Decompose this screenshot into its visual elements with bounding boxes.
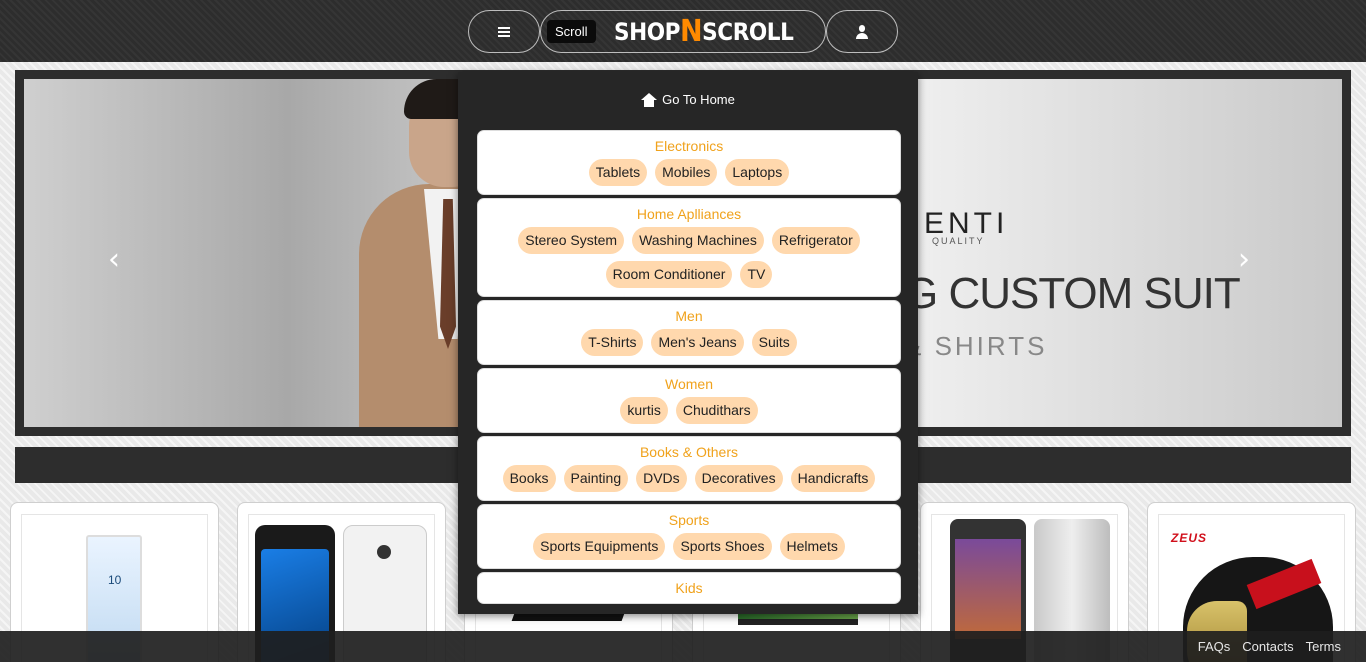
footer-link-terms[interactable]: Terms	[1306, 639, 1341, 654]
helmet-brand-label: ZEUS	[1171, 531, 1208, 545]
subcategory-decoratives[interactable]: Decoratives	[694, 465, 783, 492]
carousel-sign-sub: & SHIRTS	[904, 331, 1048, 361]
phone-clock: 10	[108, 573, 122, 587]
user-account-button[interactable]	[826, 10, 898, 53]
category-kids: Kids	[477, 572, 901, 604]
logo-part-scroll: SCROLL	[701, 17, 794, 46]
subcategory-dvds[interactable]: DVDs	[636, 465, 687, 492]
menu-toggle-button[interactable]	[468, 10, 540, 53]
category-title[interactable]: Home Aplliances	[478, 205, 900, 223]
subcategory-room-conditioner[interactable]: Room Conditioner	[605, 261, 733, 288]
logo-part-shop: SHOP	[613, 17, 680, 46]
subcategory-books[interactable]: Books	[502, 465, 556, 492]
subcategory-tv[interactable]: TV	[740, 261, 773, 288]
subcategory-t-shirts[interactable]: T-Shirts	[581, 329, 644, 356]
user-icon	[855, 24, 869, 39]
category-dropdown-menu: Go To Home Electronics Tablets Mobiles L…	[458, 72, 918, 614]
subcategory-painting[interactable]: Painting	[563, 465, 629, 492]
brand-button[interactable]: Scroll SHOP N SCROLL	[540, 10, 826, 53]
footer-bar: FAQs Contacts Terms	[0, 631, 1366, 662]
subcategory-helmets[interactable]: Helmets	[779, 533, 845, 560]
subcategory-mens-jeans[interactable]: Men's Jeans	[651, 329, 744, 356]
carousel-next-icon[interactable]: ›	[1238, 245, 1258, 275]
subcategory-tablets[interactable]: Tablets	[588, 159, 648, 186]
subcategory-sports-shoes[interactable]: Sports Shoes	[673, 533, 772, 560]
category-electronics: Electronics Tablets Mobiles Laptops	[477, 130, 901, 195]
carousel-sign-top-sub: QUALITY	[932, 236, 985, 246]
subcategory-kurtis[interactable]: kurtis	[620, 397, 668, 424]
category-title[interactable]: Men	[478, 307, 900, 325]
subcategory-mobiles[interactable]: Mobiles	[655, 159, 718, 186]
category-title[interactable]: Sports	[478, 511, 900, 529]
subcategory-suits[interactable]: Suits	[751, 329, 797, 356]
shopnscroll-logo: SHOP N SCROLL	[613, 14, 794, 49]
logo-part-n: N	[679, 14, 703, 49]
category-sports: Sports Sports Equipments Sports Shoes He…	[477, 504, 901, 569]
go-home-label: Go To Home	[662, 92, 735, 107]
go-home-link[interactable]: Go To Home	[458, 92, 918, 107]
footer-link-contacts[interactable]: Contacts	[1242, 639, 1293, 654]
home-icon	[641, 92, 658, 107]
hamburger-icon	[498, 26, 510, 37]
subcategory-refrigerator[interactable]: Refrigerator	[771, 227, 860, 254]
footer-link-faqs[interactable]: FAQs	[1198, 639, 1231, 654]
category-title[interactable]: Electronics	[478, 137, 900, 155]
subcategory-handicrafts[interactable]: Handicrafts	[790, 465, 876, 492]
subcategory-sports-equipments[interactable]: Sports Equipments	[533, 533, 666, 560]
subcategory-stereo-system[interactable]: Stereo System	[518, 227, 625, 254]
subcategory-washing-machines[interactable]: Washing Machines	[632, 227, 764, 254]
carousel-prev-icon[interactable]: ‹	[108, 245, 128, 275]
category-title[interactable]: Kids	[478, 579, 900, 597]
category-men: Men T-Shirts Men's Jeans Suits	[477, 300, 901, 365]
category-title[interactable]: Books & Others	[478, 443, 900, 461]
carousel-sign-main: G CUSTOM SUIT	[904, 269, 1241, 318]
top-navbar: Scroll SHOP N SCROLL	[0, 0, 1366, 62]
category-title[interactable]: Women	[478, 375, 900, 393]
category-women: Women kurtis Chudithars	[477, 368, 901, 433]
subcategory-chudithars[interactable]: Chudithars	[675, 397, 758, 424]
subcategory-laptops[interactable]: Laptops	[725, 159, 790, 186]
category-home-appliances: Home Aplliances Stereo System Washing Ma…	[477, 198, 901, 297]
scroll-badge: Scroll	[547, 20, 596, 43]
category-books-others: Books & Others Books Painting DVDs Decor…	[477, 436, 901, 501]
